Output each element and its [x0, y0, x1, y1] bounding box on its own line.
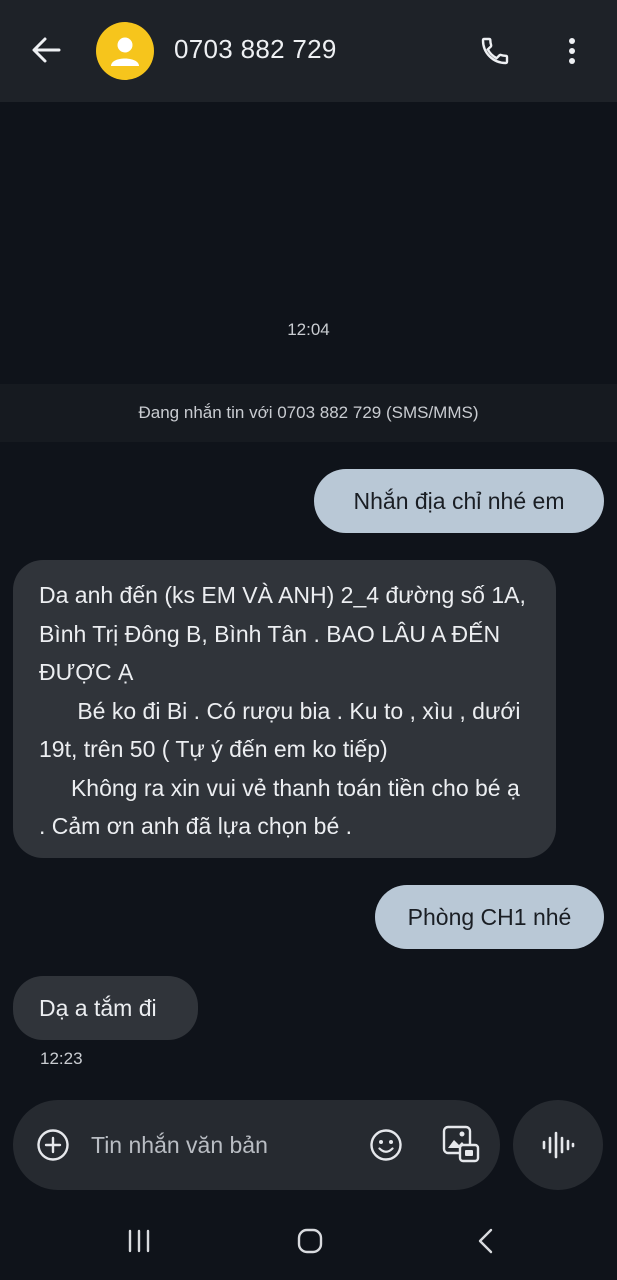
compose-bar	[13, 1100, 500, 1190]
recents-icon[interactable]	[122, 1226, 156, 1256]
arrow-left-icon[interactable]	[28, 30, 64, 70]
back-chevron-icon[interactable]	[470, 1226, 500, 1256]
contact-name[interactable]: 0703 882 729	[174, 34, 337, 65]
gallery-icon[interactable]	[439, 1122, 483, 1166]
avatar[interactable]	[96, 22, 154, 80]
plus-circle-icon[interactable]	[35, 1127, 71, 1163]
emoji-icon[interactable]	[367, 1126, 405, 1164]
outgoing-message[interactable]: Nhắn địa chỉ nhé em	[314, 469, 604, 533]
sms-info-banner: Đang nhắn tin với 0703 882 729 (SMS/MMS)	[0, 384, 617, 442]
system-navigation-bar	[0, 1200, 617, 1280]
message-timestamp: 12:23	[40, 1049, 83, 1068]
voice-waveform-icon[interactable]	[513, 1100, 603, 1190]
messaging-app: 0703 882 729 12:04 Đang nhắn tin với 070…	[0, 0, 617, 1280]
incoming-message[interactable]: Dạ a tắm đi	[13, 976, 198, 1040]
message-timestamp: 12:04	[287, 320, 330, 339]
phone-icon[interactable]	[474, 30, 516, 72]
message-input[interactable]	[91, 1128, 351, 1162]
conversation-header: 0703 882 729	[0, 0, 617, 102]
person-icon	[111, 37, 139, 66]
incoming-message[interactable]: Da anh đến (ks EM VÀ ANH) 2_4 đường số 1…	[13, 560, 556, 858]
outgoing-message[interactable]: Phòng CH1 nhé	[375, 885, 604, 949]
more-vert-icon[interactable]	[556, 30, 588, 72]
home-icon[interactable]	[293, 1226, 327, 1256]
